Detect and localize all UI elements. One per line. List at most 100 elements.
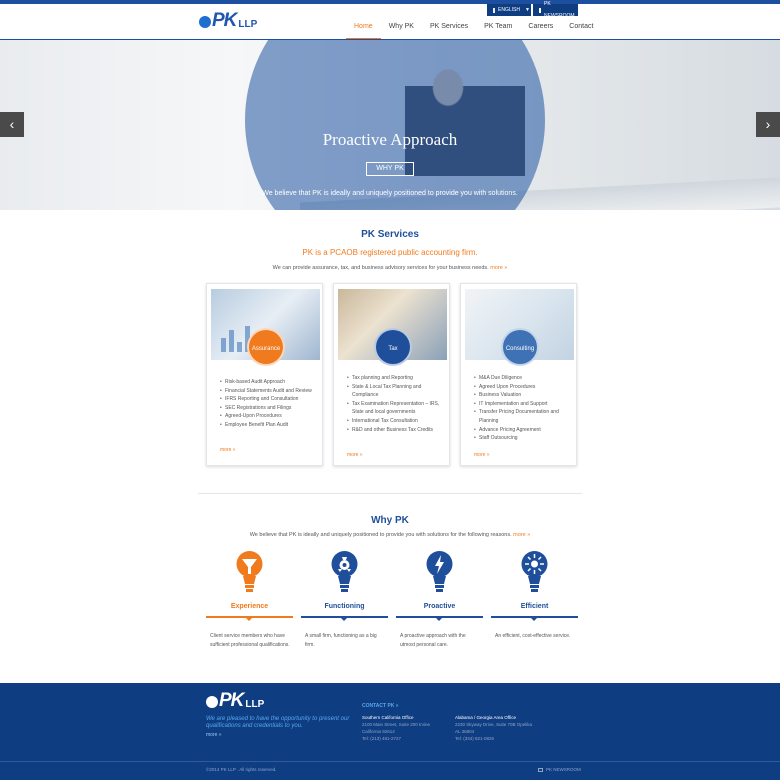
list-item: State & Local Tax Planning and Complianc… <box>347 383 447 400</box>
feature-proactive[interactable]: Proactive A proactive approach with the … <box>396 548 483 658</box>
list-item: R&D and other Business Tax Credits <box>347 426 447 435</box>
list-item: Tax planning and Reporting <box>347 374 447 383</box>
footer-logo[interactable]: PK LLP <box>206 690 265 711</box>
why-title: Why PK <box>371 515 409 526</box>
office-alabama-georgia: Alabama / Georgia Area Office 2230 Skywa… <box>455 714 535 742</box>
slider-prev-button[interactable]: ‹ <box>0 112 24 137</box>
filter-bulb-icon <box>236 551 263 592</box>
nav-item-home[interactable]: Home <box>346 20 381 40</box>
card-more-link[interactable]: more » <box>474 452 490 458</box>
feature-text: A small firm, functioning as a big firm. <box>305 633 377 648</box>
list-item: Business Valuation <box>474 391 574 400</box>
chevron-left-icon: ‹ <box>9 116 15 132</box>
why-features: Experience Client service members who ha… <box>206 548 578 658</box>
chevron-down-icon: ▼ <box>524 7 530 13</box>
footer-tagline: We are pleased to have the opportunity t… <box>206 716 350 729</box>
site-logo[interactable]: PK LLP <box>199 10 258 31</box>
us-flag-icon <box>493 7 495 13</box>
logo-mark: PK <box>212 10 237 31</box>
nav-item-why-pk[interactable]: Why PK <box>381 20 422 40</box>
service-card-assurance: Assurance Risk-based Audit Approach Fina… <box>206 283 323 466</box>
hero-title: Proactive Approach <box>322 130 458 149</box>
logo-circle-icon <box>199 16 211 28</box>
services-more-link[interactable]: more » <box>490 265 507 271</box>
service-badge-tax[interactable]: Tax <box>374 328 412 366</box>
newspaper-icon <box>538 767 543 772</box>
footer-more-link[interactable]: more » <box>206 732 222 738</box>
office-address: AL 36804 <box>455 729 475 734</box>
feature-efficient[interactable]: Efficient An efficient, cost-effective s… <box>491 548 578 658</box>
office-address: 2100 Main Street, Suite 200 Irvine <box>362 722 431 727</box>
list-item: Agreed Upon Procedures <box>474 383 574 392</box>
gear-bulb-icon <box>331 551 358 592</box>
why-intro: We believe that PK is ideally and unique… <box>0 532 780 538</box>
why-pk-button[interactable]: WHY PK <box>366 162 414 176</box>
newspaper-icon <box>539 7 541 13</box>
spark-bulb-icon <box>521 551 548 592</box>
feature-experience[interactable]: Experience Client service members who ha… <box>206 548 293 658</box>
logo-mark: PK <box>219 690 244 711</box>
site-footer: PK LLP We are pleased to have the opport… <box>0 683 780 780</box>
list-item: Financial Statements Audit and Review <box>220 387 320 396</box>
service-list: M&A Due Diligence Agreed Upon Procedures… <box>474 374 574 443</box>
office-southern-california: Southern California Office 2100 Main Str… <box>362 714 442 742</box>
section-divider <box>198 493 582 494</box>
service-list: Tax planning and Reporting State & Local… <box>347 374 447 434</box>
feature-label: Proactive <box>423 603 456 610</box>
list-item: IFRS Reporting and Consultation <box>220 395 320 404</box>
footer-newsroom-link[interactable]: PK NEWSROOM <box>538 767 581 772</box>
services-intro-text: We can provide assurance, tax, and busin… <box>272 265 489 271</box>
services-intro: We can provide assurance, tax, and busin… <box>0 265 780 271</box>
office-name: Alabama / Georgia Area Office <box>455 715 516 720</box>
services-title: PK Services <box>361 229 419 240</box>
language-label: ENGLISH <box>498 7 520 13</box>
feature-label: Experience <box>230 603 269 610</box>
office-phone: Tel: (334) 821-0826 <box>455 736 495 741</box>
feature-functioning[interactable]: Functioning A small firm, functioning as… <box>301 548 388 658</box>
footer-divider <box>0 761 780 762</box>
nav-item-contact[interactable]: Contact <box>561 20 601 40</box>
newsroom-link[interactable]: PK NEWSROOM <box>533 1 578 19</box>
hero-slider: Proactive Approach WHY PK We believe tha… <box>0 40 780 210</box>
list-item: Agreed-Upon Procedures <box>220 412 320 421</box>
why-intro-text: We believe that PK is ideally and unique… <box>249 532 512 538</box>
service-cards: Assurance Risk-based Audit Approach Fina… <box>206 283 577 466</box>
service-badge-consulting[interactable]: Consulting <box>501 328 539 366</box>
services-tagline: PK is a PCAOB registered public accounti… <box>302 248 478 257</box>
feature-notch <box>246 618 252 621</box>
feature-text: A proactive approach with the utmost per… <box>400 633 466 648</box>
chevron-right-icon: › <box>765 116 771 132</box>
language-selector[interactable]: ENGLISH ▼ <box>487 4 531 16</box>
card-more-link[interactable]: more » <box>220 447 236 453</box>
nav-item-pk-team[interactable]: PK Team <box>476 20 520 40</box>
list-item: Advance Pricing Agreement <box>474 426 574 435</box>
hero-subtitle: We believe that PK is ideally and unique… <box>262 190 518 197</box>
logo-suffix: LLP <box>238 19 258 30</box>
list-item: Employee Benefit Plan Audit <box>220 421 320 430</box>
lightning-bulb-icon <box>426 551 453 592</box>
list-item: Risk-based Audit Approach <box>220 378 320 387</box>
feature-text: Client service members who have sufficie… <box>210 633 290 648</box>
list-item: M&A Due Diligence <box>474 374 574 383</box>
feature-label: Functioning <box>324 603 365 610</box>
footer-newsroom-label: PK NEWSROOM <box>546 767 581 772</box>
feature-label: Efficient <box>520 603 549 610</box>
logo-suffix: LLP <box>245 699 265 710</box>
list-item: Transfer Pricing Documentation and Plann… <box>474 408 574 425</box>
slider-next-button[interactable]: › <box>756 112 780 137</box>
why-more-link[interactable]: more » <box>513 532 530 538</box>
nav-item-pk-services[interactable]: PK Services <box>422 20 476 40</box>
office-address: 2230 Skyway Drive, Suite 70B Opelika <box>455 722 533 727</box>
list-item: Tax Examination Representation – IRS, St… <box>347 400 447 417</box>
service-badge-assurance[interactable]: Assurance <box>247 328 285 366</box>
card-more-link[interactable]: more » <box>347 452 363 458</box>
service-card-consulting: Consulting M&A Due Diligence Agreed Upon… <box>460 283 577 466</box>
nav-item-careers[interactable]: Careers <box>520 20 561 40</box>
contact-pk-link[interactable]: CONTACT PK » <box>362 703 399 709</box>
office-address: California 92614 <box>362 729 395 734</box>
newsroom-label: PK NEWSROOM <box>544 1 575 19</box>
logo-circle-icon <box>206 696 218 708</box>
copyright: ©2014 PK LLP . All rights reserved. <box>206 767 277 772</box>
feature-notch <box>531 618 537 621</box>
list-item: IT Implementation and Support <box>474 400 574 409</box>
